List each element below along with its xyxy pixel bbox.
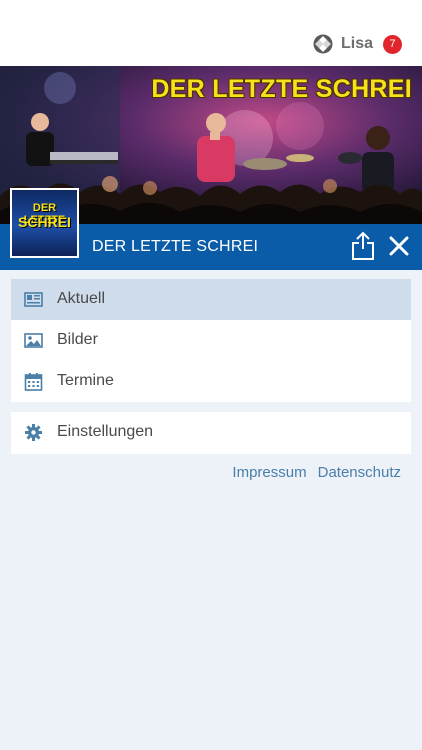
menu-item-aktuell[interactable]: Aktuell — [11, 279, 411, 320]
menu-item-label: Termine — [57, 372, 114, 389]
datenschutz-link[interactable]: Datenschutz — [318, 464, 401, 481]
menu-item-label: Aktuell — [57, 290, 106, 307]
user-account-chip[interactable]: Lisa 7 — [313, 33, 402, 55]
banner-title: DER LETZTE SCHREI — [151, 75, 412, 103]
footer-links: Impressum Datenschutz — [232, 464, 401, 481]
menu-item-termine[interactable]: Termine — [11, 361, 411, 402]
share-icon[interactable] — [350, 231, 376, 261]
menu-item-label: Einstellungen — [57, 423, 154, 440]
image-icon — [24, 333, 43, 348]
menu-item-label: Bilder — [57, 331, 98, 348]
menu-item-einstellungen[interactable]: Einstellungen — [11, 412, 411, 454]
impressum-link[interactable]: Impressum — [232, 464, 306, 481]
band-name: DER LETZTE SCHREI — [92, 238, 259, 255]
thumb-line-2: SCHREI — [18, 214, 71, 230]
spiral-logo-icon — [313, 34, 333, 54]
newspaper-icon — [24, 292, 43, 307]
calendar-icon — [24, 373, 43, 391]
user-name: Lisa — [340, 35, 373, 52]
main-menu: Aktuell Bilder Termine — [11, 279, 411, 402]
gear-icon — [25, 424, 42, 441]
band-thumbnail: DER LETZTE SCHREI — [10, 188, 79, 258]
close-icon[interactable] — [388, 235, 410, 257]
notification-badge[interactable]: 7 — [383, 34, 402, 54]
menu-item-bilder[interactable]: Bilder — [11, 320, 411, 361]
top-bar: Lisa 7 — [0, 0, 422, 66]
